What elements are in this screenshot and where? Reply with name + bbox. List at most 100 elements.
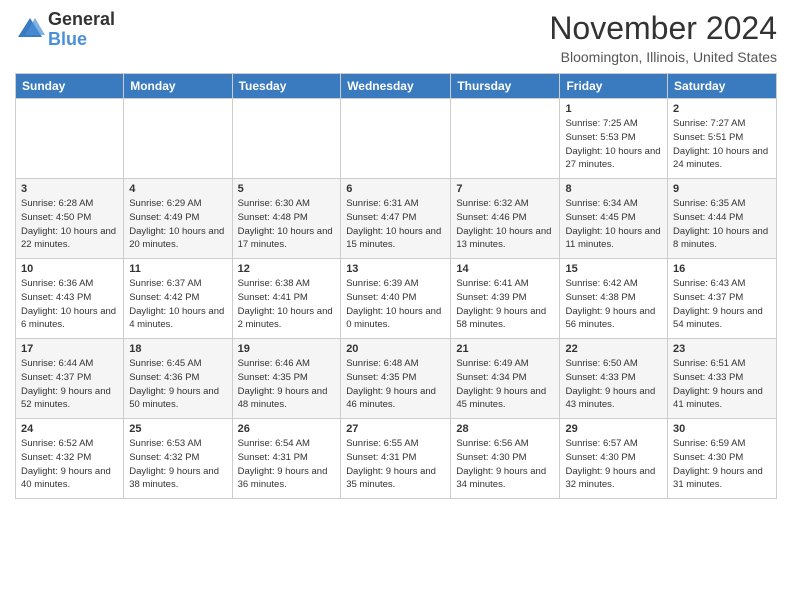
day-number: 8 bbox=[565, 183, 662, 195]
day-number: 2 bbox=[673, 103, 771, 115]
calendar-week-2: 3 Sunrise: 6:28 AM Sunset: 4:50 PM Daylig… bbox=[16, 179, 777, 259]
day-info: Sunrise: 6:43 AM Sunset: 4:37 PM Dayligh… bbox=[673, 277, 771, 332]
calendar-cell: 22 Sunrise: 6:50 AM Sunset: 4:33 PM Dayli… bbox=[560, 339, 668, 419]
day-info: Sunrise: 6:34 AM Sunset: 4:45 PM Dayligh… bbox=[565, 197, 662, 252]
calendar-cell: 28 Sunrise: 6:56 AM Sunset: 4:30 PM Dayli… bbox=[451, 419, 560, 499]
day-info: Sunrise: 6:46 AM Sunset: 4:35 PM Dayligh… bbox=[238, 357, 336, 412]
day-info: Sunrise: 6:36 AM Sunset: 4:43 PM Dayligh… bbox=[21, 277, 118, 332]
day-info: Sunrise: 7:25 AM Sunset: 5:53 PM Dayligh… bbox=[565, 117, 662, 172]
day-info: Sunrise: 6:45 AM Sunset: 4:36 PM Dayligh… bbox=[129, 357, 226, 412]
calendar-cell: 10 Sunrise: 6:36 AM Sunset: 4:43 PM Dayli… bbox=[16, 259, 124, 339]
day-number: 4 bbox=[129, 183, 226, 195]
calendar-cell: 15 Sunrise: 6:42 AM Sunset: 4:38 PM Dayli… bbox=[560, 259, 668, 339]
day-number: 29 bbox=[565, 423, 662, 435]
day-info: Sunrise: 6:29 AM Sunset: 4:49 PM Dayligh… bbox=[129, 197, 226, 252]
calendar-cell bbox=[124, 99, 232, 179]
col-header-wednesday: Wednesday bbox=[341, 74, 451, 99]
day-number: 25 bbox=[129, 423, 226, 435]
day-number: 12 bbox=[238, 263, 336, 275]
col-header-friday: Friday bbox=[560, 74, 668, 99]
day-info: Sunrise: 6:35 AM Sunset: 4:44 PM Dayligh… bbox=[673, 197, 771, 252]
col-header-tuesday: Tuesday bbox=[232, 74, 341, 99]
calendar-cell: 4 Sunrise: 6:29 AM Sunset: 4:49 PM Daylig… bbox=[124, 179, 232, 259]
header: General Blue November 2024 Bloomington, … bbox=[15, 10, 777, 65]
day-info: Sunrise: 6:49 AM Sunset: 4:34 PM Dayligh… bbox=[456, 357, 554, 412]
day-number: 10 bbox=[21, 263, 118, 275]
day-number: 17 bbox=[21, 343, 118, 355]
day-info: Sunrise: 6:30 AM Sunset: 4:48 PM Dayligh… bbox=[238, 197, 336, 252]
calendar-cell: 11 Sunrise: 6:37 AM Sunset: 4:42 PM Dayli… bbox=[124, 259, 232, 339]
day-number: 7 bbox=[456, 183, 554, 195]
calendar-cell bbox=[16, 99, 124, 179]
page: General Blue November 2024 Bloomington, … bbox=[0, 0, 792, 612]
day-number: 27 bbox=[346, 423, 445, 435]
day-number: 11 bbox=[129, 263, 226, 275]
day-number: 19 bbox=[238, 343, 336, 355]
day-info: Sunrise: 6:53 AM Sunset: 4:32 PM Dayligh… bbox=[129, 437, 226, 492]
col-header-monday: Monday bbox=[124, 74, 232, 99]
calendar-cell: 24Sunrise: 6:52 AM Sunset: 4:32 PM Dayli… bbox=[16, 419, 124, 499]
calendar-cell: 26Sunrise: 6:54 AM Sunset: 4:31 PM Dayli… bbox=[232, 419, 341, 499]
day-number: 20 bbox=[346, 343, 445, 355]
calendar: SundayMondayTuesdayWednesdayThursdayFrid… bbox=[15, 73, 777, 499]
logo: General Blue bbox=[15, 10, 115, 50]
calendar-cell: 27 Sunrise: 6:55 AM Sunset: 4:31 PM Dayli… bbox=[341, 419, 451, 499]
calendar-cell bbox=[341, 99, 451, 179]
calendar-cell: 7Sunrise: 6:32 AM Sunset: 4:46 PM Daylig… bbox=[451, 179, 560, 259]
calendar-cell: 12Sunrise: 6:38 AM Sunset: 4:41 PM Dayli… bbox=[232, 259, 341, 339]
col-header-sunday: Sunday bbox=[16, 74, 124, 99]
calendar-cell: 30Sunrise: 6:59 AM Sunset: 4:30 PM Dayli… bbox=[668, 419, 777, 499]
calendar-cell: 14Sunrise: 6:41 AM Sunset: 4:39 PM Dayli… bbox=[451, 259, 560, 339]
day-number: 15 bbox=[565, 263, 662, 275]
col-header-saturday: Saturday bbox=[668, 74, 777, 99]
day-info: Sunrise: 6:37 AM Sunset: 4:42 PM Dayligh… bbox=[129, 277, 226, 332]
calendar-cell: 6Sunrise: 6:31 AM Sunset: 4:47 PM Daylig… bbox=[341, 179, 451, 259]
day-number: 23 bbox=[673, 343, 771, 355]
day-number: 16 bbox=[673, 263, 771, 275]
day-info: Sunrise: 6:48 AM Sunset: 4:35 PM Dayligh… bbox=[346, 357, 445, 412]
location: Bloomington, Illinois, United States bbox=[549, 49, 777, 65]
calendar-cell: 9 Sunrise: 6:35 AM Sunset: 4:44 PM Daylig… bbox=[668, 179, 777, 259]
day-number: 9 bbox=[673, 183, 771, 195]
day-number: 28 bbox=[456, 423, 554, 435]
calendar-cell: 5 Sunrise: 6:30 AM Sunset: 4:48 PM Daylig… bbox=[232, 179, 341, 259]
calendar-cell: 17 Sunrise: 6:44 AM Sunset: 4:37 PM Dayli… bbox=[16, 339, 124, 419]
day-number: 21 bbox=[456, 343, 554, 355]
calendar-cell: 29 Sunrise: 6:57 AM Sunset: 4:30 PM Dayli… bbox=[560, 419, 668, 499]
day-number: 5 bbox=[238, 183, 336, 195]
day-info: Sunrise: 6:51 AM Sunset: 4:33 PM Dayligh… bbox=[673, 357, 771, 412]
logo-icon bbox=[15, 15, 45, 45]
calendar-cell: 2Sunrise: 7:27 AM Sunset: 5:51 PM Daylig… bbox=[668, 99, 777, 179]
calendar-cell: 20 Sunrise: 6:48 AM Sunset: 4:35 PM Dayli… bbox=[341, 339, 451, 419]
day-number: 30 bbox=[673, 423, 771, 435]
logo-general: General bbox=[48, 9, 115, 29]
calendar-cell: 13Sunrise: 6:39 AM Sunset: 4:40 PM Dayli… bbox=[341, 259, 451, 339]
day-info: Sunrise: 6:28 AM Sunset: 4:50 PM Dayligh… bbox=[21, 197, 118, 252]
day-info: Sunrise: 6:52 AM Sunset: 4:32 PM Dayligh… bbox=[21, 437, 118, 492]
day-number: 26 bbox=[238, 423, 336, 435]
calendar-cell: 1 Sunrise: 7:25 AM Sunset: 5:53 PM Daylig… bbox=[560, 99, 668, 179]
day-info: Sunrise: 6:56 AM Sunset: 4:30 PM Dayligh… bbox=[456, 437, 554, 492]
day-info: Sunrise: 6:57 AM Sunset: 4:30 PM Dayligh… bbox=[565, 437, 662, 492]
day-number: 3 bbox=[21, 183, 118, 195]
day-info: Sunrise: 6:39 AM Sunset: 4:40 PM Dayligh… bbox=[346, 277, 445, 332]
title-block: November 2024 Bloomington, Illinois, Uni… bbox=[549, 10, 777, 65]
calendar-week-4: 17 Sunrise: 6:44 AM Sunset: 4:37 PM Dayli… bbox=[16, 339, 777, 419]
day-number: 18 bbox=[129, 343, 226, 355]
day-info: Sunrise: 6:42 AM Sunset: 4:38 PM Dayligh… bbox=[565, 277, 662, 332]
calendar-cell: 25 Sunrise: 6:53 AM Sunset: 4:32 PM Dayli… bbox=[124, 419, 232, 499]
calendar-cell: 3 Sunrise: 6:28 AM Sunset: 4:50 PM Daylig… bbox=[16, 179, 124, 259]
day-info: Sunrise: 6:50 AM Sunset: 4:33 PM Dayligh… bbox=[565, 357, 662, 412]
calendar-cell: 21 Sunrise: 6:49 AM Sunset: 4:34 PM Dayli… bbox=[451, 339, 560, 419]
day-info: Sunrise: 6:44 AM Sunset: 4:37 PM Dayligh… bbox=[21, 357, 118, 412]
day-number: 22 bbox=[565, 343, 662, 355]
day-info: Sunrise: 6:31 AM Sunset: 4:47 PM Dayligh… bbox=[346, 197, 445, 252]
col-header-thursday: Thursday bbox=[451, 74, 560, 99]
calendar-cell: 8 Sunrise: 6:34 AM Sunset: 4:45 PM Daylig… bbox=[560, 179, 668, 259]
day-info: Sunrise: 6:41 AM Sunset: 4:39 PM Dayligh… bbox=[456, 277, 554, 332]
day-number: 1 bbox=[565, 103, 662, 115]
calendar-cell: 18 Sunrise: 6:45 AM Sunset: 4:36 PM Dayli… bbox=[124, 339, 232, 419]
calendar-cell bbox=[232, 99, 341, 179]
month-year: November 2024 bbox=[549, 10, 777, 47]
day-info: Sunrise: 6:55 AM Sunset: 4:31 PM Dayligh… bbox=[346, 437, 445, 492]
